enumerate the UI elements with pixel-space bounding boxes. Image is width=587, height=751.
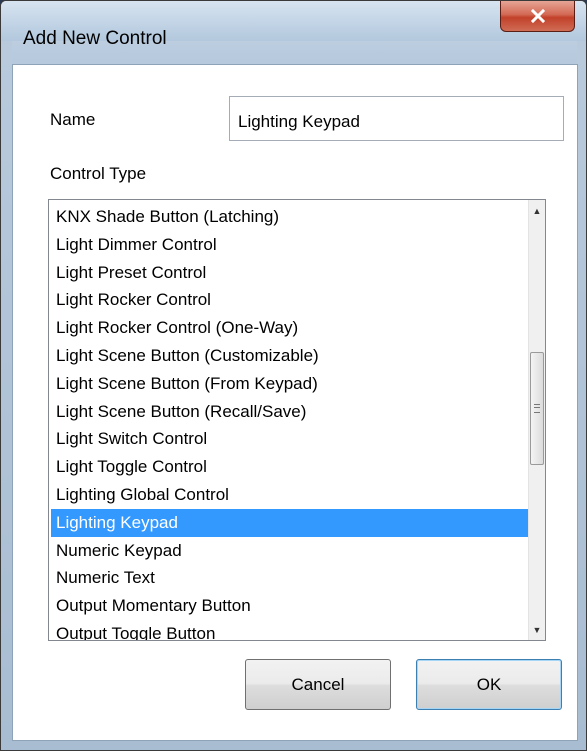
- name-input[interactable]: [229, 96, 564, 141]
- list-item[interactable]: Light Rocker Control (One-Way): [51, 314, 528, 342]
- list-item[interactable]: Light Dimmer Control: [51, 231, 528, 259]
- frame-left: [1, 41, 12, 741]
- list-item[interactable]: Light Scene Button (From Keypad): [51, 370, 528, 398]
- scroll-up-arrow-icon[interactable]: ▲: [529, 202, 545, 219]
- list-item[interactable]: Output Momentary Button: [51, 592, 528, 620]
- title-bar[interactable]: Add New Control: [1, 1, 586, 49]
- list-items: KNX Shade Button (Latching) Light Dimmer …: [51, 203, 528, 640]
- dialog-title: Add New Control: [23, 28, 167, 49]
- frame-right: [577, 41, 586, 741]
- list-item[interactable]: Numeric Text: [51, 564, 528, 592]
- list-item[interactable]: Light Scene Button (Customizable): [51, 342, 528, 370]
- scroll-grip-icon: [534, 404, 540, 413]
- vertical-scrollbar[interactable]: ▲ ▼: [528, 200, 545, 640]
- scroll-down-arrow-icon[interactable]: ▼: [529, 621, 545, 638]
- list-item[interactable]: Light Preset Control: [51, 259, 528, 287]
- close-icon: [530, 8, 545, 24]
- list-item[interactable]: KNX Shade Button (Latching): [51, 203, 528, 231]
- ok-button[interactable]: OK: [416, 659, 562, 710]
- list-item[interactable]: Light Scene Button (Recall/Save): [51, 398, 528, 426]
- name-label: Name: [50, 110, 96, 129]
- list-item[interactable]: Light Toggle Control: [51, 453, 528, 481]
- list-item[interactable]: Lighting Keypad: [51, 508, 528, 537]
- cancel-button[interactable]: Cancel: [245, 659, 391, 710]
- control-type-list[interactable]: KNX Shade Button (Latching) Light Dimmer …: [48, 199, 546, 641]
- dialog-body: Name Control Type KNX Shade Button (Latc…: [12, 64, 578, 741]
- list-item[interactable]: Lighting Global Control: [51, 481, 528, 509]
- list-item[interactable]: Numeric Keypad: [51, 537, 528, 565]
- scroll-thumb[interactable]: [530, 352, 544, 465]
- add-new-control-dialog: Add New Control Name Control Type KNX Sh…: [0, 0, 587, 751]
- control-type-label: Control Type: [50, 164, 147, 183]
- list-item[interactable]: Output Toggle Button: [51, 620, 528, 640]
- close-button[interactable]: [500, 1, 575, 32]
- list-item[interactable]: Light Rocker Control: [51, 286, 528, 314]
- list-item[interactable]: Light Switch Control: [51, 425, 528, 453]
